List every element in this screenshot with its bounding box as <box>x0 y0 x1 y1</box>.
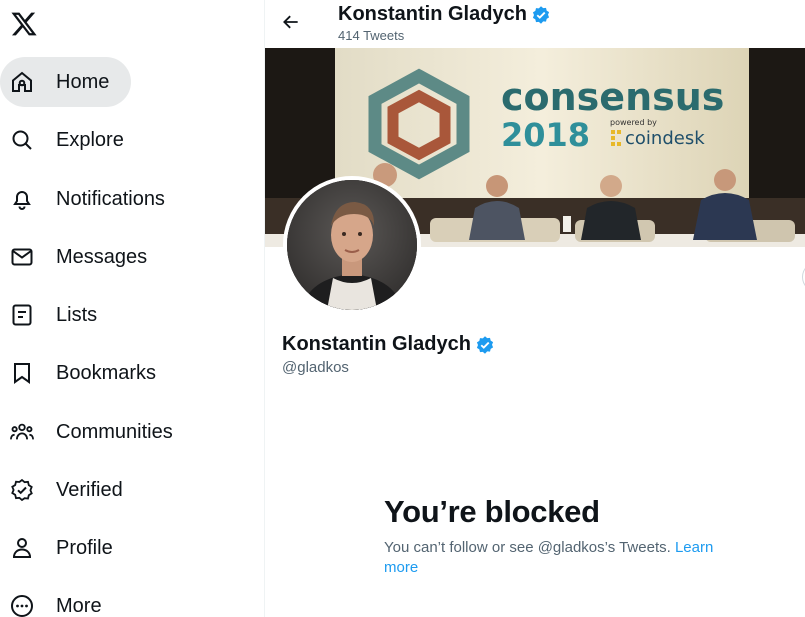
bell-icon <box>10 187 34 211</box>
sidebar-item-communities[interactable]: Communities <box>0 407 195 457</box>
x-logo-icon[interactable] <box>10 10 38 38</box>
sidebar-item-profile[interactable]: Profile <box>0 523 135 573</box>
sidebar-item-lists[interactable]: Lists <box>0 290 119 340</box>
sidebar-item-messages[interactable]: Messages <box>0 232 169 282</box>
more-circle-icon <box>10 594 34 617</box>
banner-sponsor: coindesk <box>625 128 705 149</box>
verified-badge-icon[interactable] <box>531 5 551 25</box>
sidebar-item-home[interactable]: Home <box>0 57 132 107</box>
banner-powered-by: powered by <box>610 118 657 127</box>
profile-name: Konstantin Gladych <box>282 333 495 356</box>
banner-event-year: 2018 <box>501 116 590 154</box>
sidebar-item-verified[interactable]: Verified <box>0 465 145 515</box>
sidebar-item-label: Explore <box>56 128 124 151</box>
sidebar-item-label: More <box>56 594 102 617</box>
sidebar-item-more[interactable]: More <box>0 581 124 617</box>
profile-handle: @gladkos <box>282 359 349 376</box>
sidebar: Home Explore Notifications Messages List… <box>0 0 265 617</box>
sidebar-item-bookmarks[interactable]: Bookmarks <box>0 348 178 398</box>
sidebar-item-label: Profile <box>56 536 113 559</box>
search-icon <box>10 128 34 152</box>
sidebar-item-label: Home <box>56 70 110 93</box>
sidebar-item-explore[interactable]: Explore <box>0 115 146 165</box>
sidebar-item-label: Notifications <box>56 187 165 210</box>
back-button[interactable] <box>279 10 303 34</box>
profile-name-text: Konstantin Gladych <box>282 333 471 355</box>
banner-event-word: consensus <box>501 75 724 119</box>
main-column: Konstantin Gladych 414 Tweets consensus … <box>265 0 805 617</box>
bookmark-icon <box>10 361 34 385</box>
envelope-icon <box>10 245 34 269</box>
sidebar-item-notifications[interactable]: Notifications <box>0 174 187 224</box>
blocked-message: You can’t follow or see @gladkos’s Tweet… <box>384 538 734 578</box>
profile-avatar[interactable] <box>283 176 421 314</box>
sidebar-item-label: Lists <box>56 303 98 326</box>
list-icon <box>10 303 34 327</box>
blocked-title: You’re blocked <box>384 494 600 529</box>
verified-badge-icon[interactable] <box>475 335 495 355</box>
person-icon <box>10 536 34 560</box>
home-icon <box>10 70 34 94</box>
people-icon <box>10 420 34 444</box>
blocked-message-text: You can’t follow or see @gladkos’s Tweet… <box>384 539 671 556</box>
header-title: Konstantin Gladych <box>338 3 551 26</box>
profile-header: Konstantin Gladych 414 Tweets <box>265 0 805 48</box>
sidebar-item-label: Bookmarks <box>56 361 157 384</box>
sidebar-item-label: Communities <box>56 420 173 443</box>
sidebar-item-label: Messages <box>56 245 148 268</box>
tweet-count: 414 Tweets <box>338 28 405 43</box>
verified-icon <box>10 478 34 502</box>
sidebar-item-label: Verified <box>56 478 123 501</box>
header-name-text: Konstantin Gladych <box>338 3 527 25</box>
arrow-left-icon <box>283 15 298 29</box>
